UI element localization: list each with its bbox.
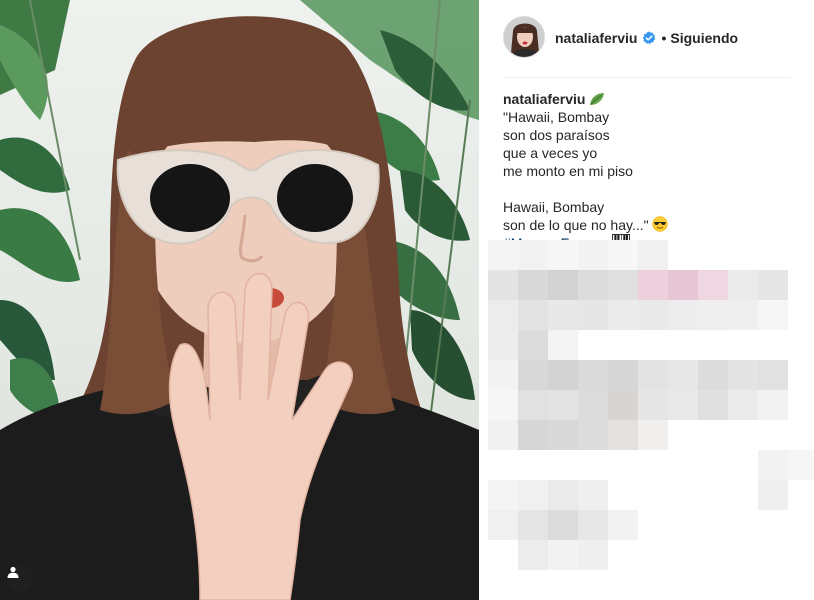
blur-pixel [488,420,518,450]
photo-illustration [0,0,479,600]
caption-line-text: son de lo que no hay..." [503,217,649,233]
blur-pixel [578,480,608,510]
blur-pixel [518,510,548,540]
user-tag-icon [7,566,19,578]
blur-pixel [488,390,518,420]
blur-pixel [728,270,758,300]
blur-pixel [518,270,548,300]
blur-pixel [728,360,758,390]
blur-pixel [668,270,698,300]
blur-pixel [518,240,548,270]
blur-pixel [488,480,518,510]
blur-pixel [548,330,578,360]
post-caption: nataliaferviu "Hawaii, Bombay son dos pa… [503,90,791,252]
blur-pixel [578,420,608,450]
caption-line: son dos paraísos [503,127,610,143]
blur-pixel [518,360,548,390]
blur-pixel [608,390,638,420]
blur-pixel [698,270,728,300]
blur-pixel [638,360,668,390]
blur-pixel [488,360,518,390]
blur-pixel [758,390,788,420]
blur-pixel [638,270,668,300]
blur-pixel [608,360,638,390]
header-separator: • [661,30,667,46]
sunglasses-face-emoji-icon [652,216,669,232]
blur-pixel [758,450,788,480]
blur-pixel [698,300,728,330]
blur-pixel [608,510,638,540]
blur-pixel [638,420,668,450]
blur-pixel [608,420,638,450]
caption-line: Hawaii, Bombay [503,199,605,215]
caption-line: me monto en mi piso [503,163,633,179]
blur-pixel [578,390,608,420]
blur-pixel [518,540,548,570]
blur-pixel [488,270,518,300]
blur-pixel [698,390,728,420]
blur-pixel [578,510,608,540]
blur-pixel [518,420,548,450]
blur-pixel [548,270,578,300]
blur-pixel [548,390,578,420]
blur-pixel [548,300,578,330]
post-header: nataliaferviu • Siguiendo [503,16,791,78]
blur-pixel [578,300,608,330]
blur-pixel [488,300,518,330]
blur-pixel [668,360,698,390]
blur-pixel [488,330,518,360]
blur-pixel [578,360,608,390]
blur-pixel [758,480,788,510]
blur-pixel [638,240,668,270]
avatar-image [504,17,544,57]
blur-pixel [518,390,548,420]
caption-line-empty [503,180,791,198]
blur-pixel [548,510,578,540]
instagram-post: nataliaferviu • Siguiendo nataliaferviu … [0,0,814,600]
pixelated-comments-area [488,240,814,600]
blur-pixel [548,240,578,270]
blur-pixel [518,300,548,330]
blur-pixel [698,360,728,390]
blur-pixel [488,510,518,540]
blur-pixel [668,390,698,420]
post-side-panel: nataliaferviu • Siguiendo nataliaferviu … [479,0,814,600]
verified-badge-icon [643,31,656,44]
blur-pixel [578,540,608,570]
blur-pixel [548,480,578,510]
avatar[interactable] [503,16,545,58]
blur-pixel [728,300,758,330]
user-tag-badge[interactable] [7,566,33,592]
blur-pixel [548,540,578,570]
post-photo[interactable] [0,0,479,600]
blur-pixel [758,270,788,300]
blur-pixel [578,270,608,300]
following-button[interactable]: Siguiendo [670,30,738,46]
blur-pixel [788,450,814,480]
blur-pixel [728,390,758,420]
blur-pixel [758,360,788,390]
blur-pixel [548,420,578,450]
blur-pixel [638,390,668,420]
blur-pixel [608,240,638,270]
caption-username[interactable]: nataliaferviu [503,91,585,107]
blur-pixel [608,270,638,300]
caption-line: que a veces yo [503,145,598,161]
blur-pixel [608,300,638,330]
caption-line-last: son de lo que no hay..." [503,216,791,234]
leaf-emoji-icon [590,93,605,105]
blur-pixel [668,300,698,330]
blur-pixel [518,480,548,510]
blur-pixel [578,240,608,270]
blur-pixel [518,330,548,360]
blur-pixel [758,300,788,330]
author-username[interactable]: nataliaferviu [555,30,637,46]
blur-pixel [638,300,668,330]
blur-pixel [548,360,578,390]
caption-line: "Hawaii, Bombay [503,109,610,125]
blur-pixel [488,240,518,270]
